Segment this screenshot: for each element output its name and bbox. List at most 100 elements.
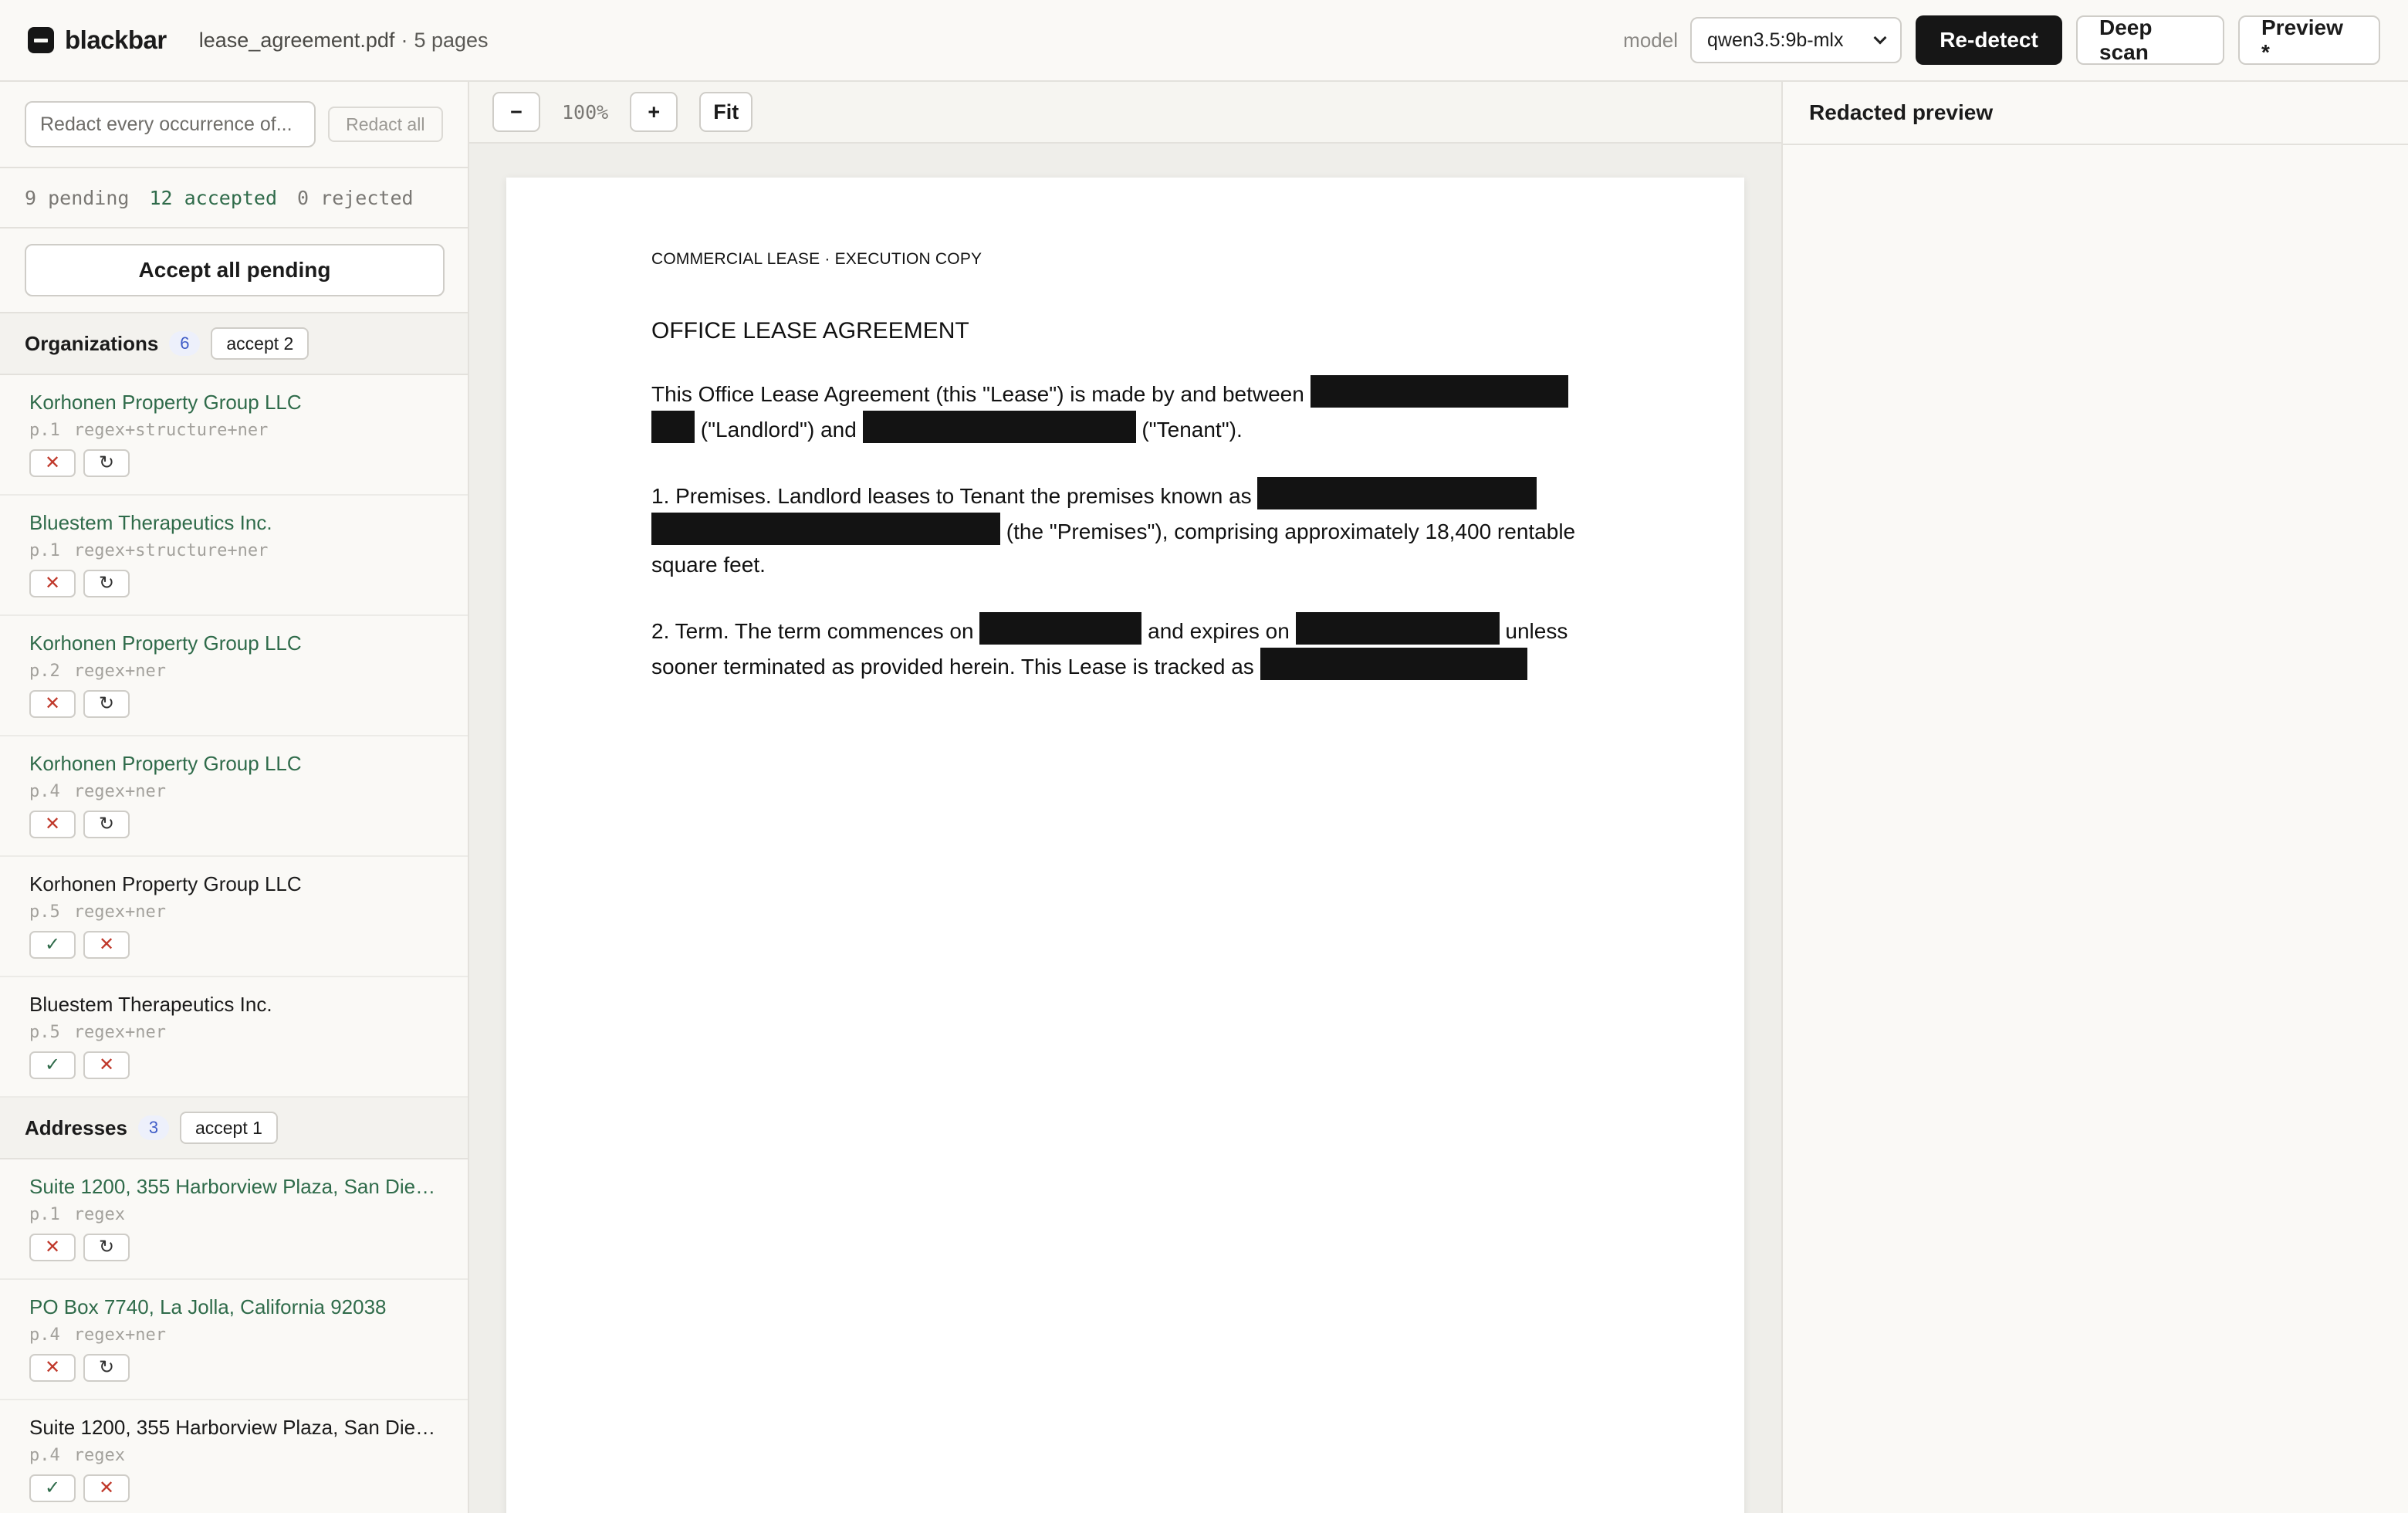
redetect-button[interactable]: Re-detect	[1916, 15, 2062, 65]
app-logo: blackbar	[28, 25, 167, 55]
detection-text[interactable]: Korhonen Property Group LLC	[29, 752, 438, 776]
status-counts: 9 pending 12 accepted 0 rejected	[0, 168, 468, 228]
detection-page: p.4	[29, 782, 60, 801]
detection-item[interactable]: Bluestem Therapeutics Inc. p.5 regex+ner …	[0, 977, 468, 1098]
reject-icon[interactable]: ✕	[29, 690, 76, 718]
group-header-addresses: Addresses 3 accept 1	[0, 1098, 468, 1159]
doc-text: and expires on	[1148, 619, 1290, 643]
model-select-value: qwen3.5:9b-mlx	[1707, 29, 1844, 51]
detection-item[interactable]: Suite 1200, 355 Harborview Plaza, San Di…	[0, 1400, 468, 1513]
reject-icon[interactable]: ✕	[29, 449, 76, 477]
redaction-box[interactable]	[651, 411, 695, 443]
file-pages: 5 pages	[414, 28, 489, 52]
detection-item[interactable]: Bluestem Therapeutics Inc. p.1 regex+stru…	[0, 496, 468, 616]
detection-text[interactable]: Korhonen Property Group LLC	[29, 872, 438, 896]
detection-page: p.1	[29, 1205, 60, 1224]
detection-text[interactable]: Suite 1200, 355 Harborview Plaza, San Di…	[29, 1416, 438, 1440]
group-count-badge: 3	[137, 1115, 169, 1140]
doc-text: ("Landlord") and	[700, 418, 857, 442]
redaction-box[interactable]	[1310, 375, 1568, 408]
undo-icon[interactable]: ↻	[83, 690, 130, 718]
doc-text: This Office Lease Agreement (this "Lease…	[651, 382, 1304, 406]
redaction-box[interactable]	[1260, 648, 1527, 680]
model-label: model	[1623, 28, 1678, 52]
redact-all-button[interactable]: Redact all	[327, 107, 443, 142]
reject-icon[interactable]: ✕	[29, 811, 76, 838]
redaction-box[interactable]	[651, 513, 1000, 545]
redaction-box[interactable]	[862, 411, 1136, 443]
doc-paragraph-term: 2. Term. The term commences on and expir…	[651, 612, 1601, 683]
undo-icon[interactable]: ↻	[83, 811, 130, 838]
detection-item[interactable]: PO Box 7740, La Jolla, California 92038 …	[0, 1280, 468, 1400]
group-accept-button[interactable]: accept 1	[179, 1112, 278, 1144]
undo-icon[interactable]: ↻	[83, 1354, 130, 1382]
reject-icon[interactable]: ✕	[29, 1234, 76, 1261]
detection-text[interactable]: Suite 1200, 355 Harborview Plaza, San Di…	[29, 1175, 438, 1199]
detection-page: p.5	[29, 1023, 60, 1042]
undo-icon[interactable]: ↻	[83, 449, 130, 477]
group-header-organizations: Organizations 6 accept 2	[0, 313, 468, 375]
doc-text: ("Tenant").	[1141, 418, 1243, 442]
reject-icon[interactable]: ✕	[83, 1474, 130, 1502]
detection-page: p.1	[29, 541, 60, 560]
detection-text[interactable]: Korhonen Property Group LLC	[29, 391, 438, 415]
file-separator: ·	[401, 28, 408, 52]
detection-source: regex+structure+ner	[73, 541, 269, 560]
deep-scan-button[interactable]: Deep scan	[2076, 15, 2224, 65]
accept-check-icon[interactable]: ✓	[29, 931, 76, 959]
detection-item[interactable]: Korhonen Property Group LLC p.4 regex+ner…	[0, 736, 468, 857]
pending-count[interactable]: 9 pending	[25, 187, 129, 209]
redact-phrase-row: Redact every occurrence of... Redact all	[0, 82, 468, 168]
detection-page: p.4	[29, 1325, 60, 1345]
doc-paragraph-premises: 1. Premises. Landlord leases to Tenant t…	[651, 477, 1601, 581]
preview-title: Redacted preview	[1783, 82, 2408, 145]
detection-page: p.4	[29, 1446, 60, 1465]
detection-source: regex+ner	[73, 782, 166, 801]
preview-button[interactable]: Preview *	[2238, 15, 2380, 65]
undo-icon[interactable]: ↻	[83, 570, 130, 597]
redacted-preview-panel: Redacted preview	[1781, 82, 2408, 1513]
zoom-toolbar: − 100% + Fit	[469, 82, 1781, 144]
redact-phrase-input[interactable]: Redact every occurrence of...	[25, 101, 316, 147]
rejected-count[interactable]: 0 rejected	[297, 187, 414, 209]
detection-source: regex+ner	[73, 902, 166, 922]
redaction-box[interactable]	[979, 612, 1142, 645]
detection-item[interactable]: Suite 1200, 355 Harborview Plaza, San Di…	[0, 1159, 468, 1280]
document-viewer: − 100% + Fit COMMERCIAL LEASE · EXECUTIO…	[469, 82, 1781, 1513]
fit-button[interactable]: Fit	[699, 92, 753, 132]
detection-text[interactable]: Korhonen Property Group LLC	[29, 631, 438, 655]
redaction-box[interactable]	[1295, 612, 1500, 645]
detection-source: regex	[73, 1205, 125, 1224]
redaction-box[interactable]	[1257, 477, 1537, 509]
document-page: COMMERCIAL LEASE · EXECUTION COPY OFFICE…	[506, 178, 1744, 1513]
reject-icon[interactable]: ✕	[83, 931, 130, 959]
accept-check-icon[interactable]: ✓	[29, 1474, 76, 1502]
zoom-in-button[interactable]: +	[630, 92, 678, 132]
detection-item[interactable]: Korhonen Property Group LLC p.5 regex+ner…	[0, 857, 468, 977]
group-accept-button[interactable]: accept 2	[211, 327, 309, 360]
doc-header: COMMERCIAL LEASE · EXECUTION COPY	[651, 250, 982, 268]
detection-text[interactable]: Bluestem Therapeutics Inc.	[29, 993, 438, 1017]
detection-text[interactable]: Bluestem Therapeutics Inc.	[29, 511, 438, 535]
model-select[interactable]: qwen3.5:9b-mlx	[1690, 17, 1902, 63]
detection-source: regex+ner	[73, 1325, 166, 1345]
accept-check-icon[interactable]: ✓	[29, 1051, 76, 1079]
detection-item[interactable]: Korhonen Property Group LLC p.2 regex+ner…	[0, 616, 468, 736]
detection-source: regex+structure+ner	[73, 421, 269, 440]
zoom-out-button[interactable]: −	[492, 92, 540, 132]
detection-source: regex+ner	[73, 1023, 166, 1042]
app-name: blackbar	[65, 25, 167, 54]
detection-text[interactable]: PO Box 7740, La Jolla, California 92038	[29, 1295, 438, 1319]
detection-item[interactable]: Korhonen Property Group LLC p.1 regex+str…	[0, 375, 468, 496]
detection-source: regex	[73, 1446, 125, 1465]
accepted-count[interactable]: 12 accepted	[149, 187, 277, 209]
reject-icon[interactable]: ✕	[83, 1051, 130, 1079]
reject-icon[interactable]: ✕	[29, 1354, 76, 1382]
reject-icon[interactable]: ✕	[29, 570, 76, 597]
accept-all-pending-button[interactable]: Accept all pending	[25, 244, 445, 296]
chevron-down-icon	[1873, 31, 1887, 45]
detection-page: p.2	[29, 662, 60, 681]
undo-icon[interactable]: ↻	[83, 1234, 130, 1261]
top-bar: blackbar lease_agreement.pdf · 5 pages m…	[0, 0, 2408, 82]
zoom-level: 100%	[562, 100, 609, 124]
